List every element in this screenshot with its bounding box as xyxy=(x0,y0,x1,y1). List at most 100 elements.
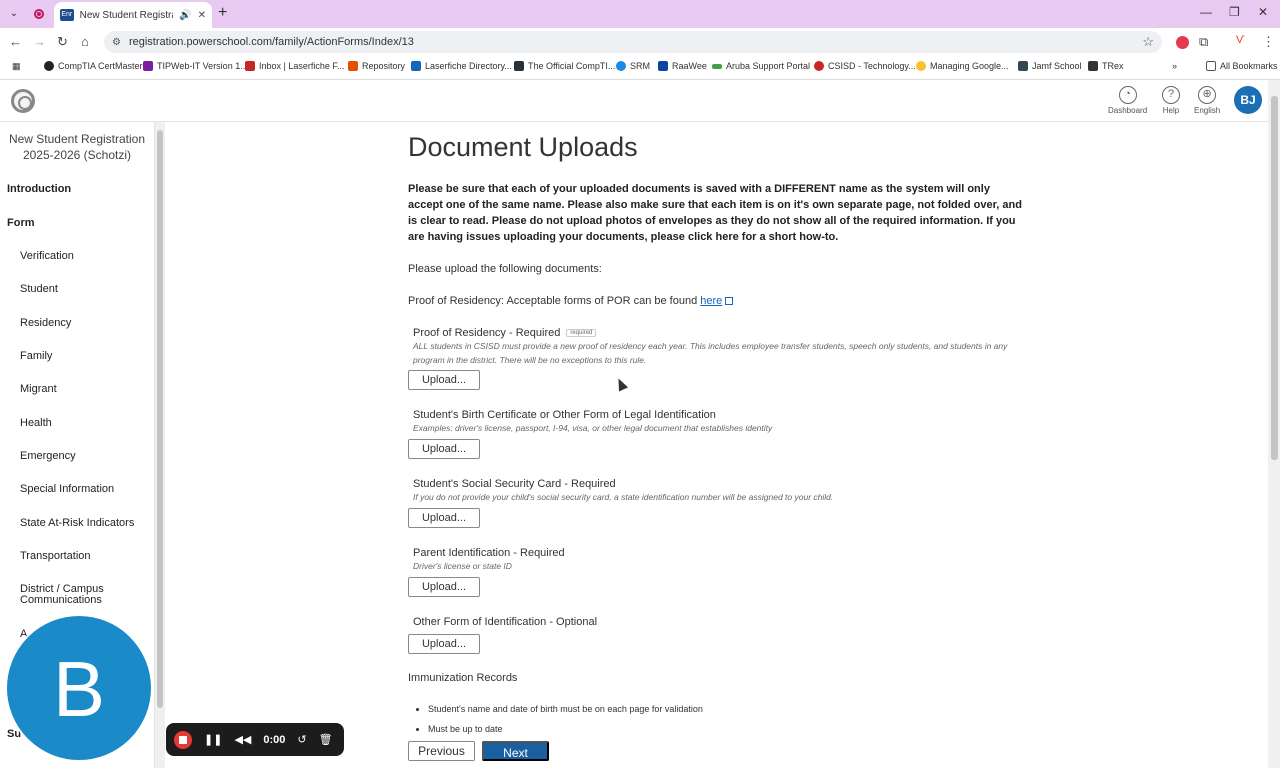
next-button[interactable]: Next xyxy=(482,741,549,761)
por-here-link[interactable]: here xyxy=(700,295,722,307)
folder-icon xyxy=(1206,61,1216,71)
sidebar-scrollbar-thumb[interactable] xyxy=(157,130,163,708)
sidebar-item-family[interactable]: Family xyxy=(20,350,52,362)
sidebar-form-title: New Student Registration 2025-2026 (Scho… xyxy=(8,132,146,162)
bookmark-item[interactable]: Laserfiche Directory... xyxy=(411,61,512,71)
upload-button-other-id[interactable]: Upload... xyxy=(408,634,480,654)
doc-note-proof-of-residency: ALL students in CSISD must provide a new… xyxy=(413,341,1008,365)
tab-search-chevron-icon[interactable]: ⌄ xyxy=(6,6,22,22)
delete-trash-icon[interactable]: 🗑 xyxy=(319,733,333,746)
profile-extension-icon[interactable]: Ѵ xyxy=(1236,34,1245,46)
bookmark-item[interactable]: Jamf School xyxy=(1018,61,1082,71)
stop-recording-icon[interactable] xyxy=(174,730,192,749)
restart-icon[interactable]: ↺ xyxy=(297,733,306,746)
previous-button[interactable]: Previous xyxy=(408,741,475,761)
sidebar-item-introduction[interactable]: Introduction xyxy=(7,183,71,195)
apps-grid-icon[interactable]: ▦ xyxy=(12,61,21,72)
bookmark-item[interactable]: SRM xyxy=(616,61,650,71)
sidebar-item-student[interactable]: Student xyxy=(20,283,58,295)
sidebar-item-form[interactable]: Form xyxy=(7,217,35,229)
bookmark-item[interactable]: Managing Google... xyxy=(916,61,1009,71)
globe-icon: ⊕ xyxy=(1198,86,1217,104)
doc-label-social-security: Student's Social Security Card - Require… xyxy=(413,478,616,490)
close-tab-icon[interactable]: ✕ xyxy=(198,10,206,21)
tab-title: New Student Registration 2025-2026 (Scho… xyxy=(79,9,174,21)
doc-label-birth-certificate: Student's Birth Certificate or Other For… xyxy=(413,409,716,421)
user-avatar[interactable]: BJ xyxy=(1234,86,1262,114)
bookmark-favicon-icon xyxy=(616,61,626,71)
dashboard-link[interactable]: ◔ Dashboard xyxy=(1108,86,1147,115)
bookmark-favicon-icon xyxy=(814,61,824,71)
bookmark-item[interactable]: The Official CompTI... xyxy=(514,61,615,71)
recording-indicator-icon xyxy=(34,9,44,19)
bookmark-favicon-icon xyxy=(1018,61,1028,71)
upload-prompt: Please upload the following documents: xyxy=(408,263,602,275)
bookmark-item[interactable]: TIPWeb-IT Version 1... xyxy=(143,61,248,71)
language-selector[interactable]: ⊕ English xyxy=(1194,86,1220,115)
external-link-icon xyxy=(725,297,734,306)
district-logo[interactable] xyxy=(11,89,35,113)
new-tab-plus-icon[interactable]: + xyxy=(218,4,227,22)
browser-menu-icon[interactable]: ⋮ xyxy=(1262,34,1275,50)
sidebar-item-communications[interactable]: District / Campus Communications xyxy=(20,584,140,606)
bookmark-favicon-icon xyxy=(712,63,722,69)
minimize-icon[interactable]: — xyxy=(1200,5,1212,19)
help-question-icon: ? xyxy=(1162,86,1180,104)
sidebar-item-special-information[interactable]: Special Information xyxy=(20,483,114,495)
pause-icon[interactable]: ❚❚ xyxy=(204,733,222,746)
sidebar-item-migrant[interactable]: Migrant xyxy=(20,383,57,395)
upload-button-parent-id[interactable]: Upload... xyxy=(408,577,480,597)
bookmark-item[interactable]: TRex xyxy=(1088,61,1124,71)
browser-nav-bar: ← → ↻ ⌂ ⚙ registration.powerschool.com/f… xyxy=(0,28,1280,56)
upload-button-proof-of-residency[interactable]: Upload... xyxy=(408,370,480,390)
all-bookmarks-folder[interactable]: All Bookmarks xyxy=(1206,61,1278,71)
bookmark-favicon-icon xyxy=(1088,61,1098,71)
bookmark-item[interactable]: Inbox | Laserfiche F... xyxy=(245,61,344,71)
doc-label-parent-id: Parent Identification - Required xyxy=(413,547,565,559)
site-info-icon[interactable]: ⚙ xyxy=(112,37,121,48)
sidebar-item-emergency[interactable]: Emergency xyxy=(20,450,76,462)
bookmark-favicon-icon xyxy=(348,61,358,71)
maximize-icon[interactable]: ❐ xyxy=(1229,5,1240,19)
bookmark-favicon-icon xyxy=(245,61,255,71)
bookmark-item[interactable]: RaaWee xyxy=(658,61,707,71)
doc-label-proof-of-residency: Proof of Residency - Required required xyxy=(413,327,597,339)
sidebar-item-state-at-risk[interactable]: State At-Risk Indicators xyxy=(20,517,134,529)
bookmark-item[interactable]: CompTIA CertMaster xyxy=(44,61,143,71)
list-item: Student's name and date of birth must be… xyxy=(428,704,703,714)
sidebar-item-transportation[interactable]: Transportation xyxy=(20,550,91,562)
bookmark-favicon-icon xyxy=(44,61,54,71)
home-icon[interactable]: ⌂ xyxy=(81,34,89,49)
back-arrow-icon[interactable]: ← xyxy=(9,34,22,49)
browser-tab-active[interactable]: Enr New Student Registration 2025-2026 (… xyxy=(54,2,212,28)
close-window-icon[interactable]: ✕ xyxy=(1258,5,1268,19)
upload-button-social-security[interactable]: Upload... xyxy=(408,508,480,528)
bookmark-star-icon[interactable]: ☆ xyxy=(1142,34,1154,50)
sidebar-item-residency[interactable]: Residency xyxy=(20,317,71,329)
audio-speaker-icon[interactable]: 🔊 xyxy=(179,10,191,21)
address-bar[interactable]: ⚙ registration.powerschool.com/family/Ac… xyxy=(104,31,1162,53)
bookmark-item[interactable]: Repository xyxy=(348,61,405,71)
upload-button-birth-certificate[interactable]: Upload... xyxy=(408,439,480,459)
immunization-list: Student's name and date of birth must be… xyxy=(428,704,703,744)
bookmark-favicon-icon xyxy=(143,61,153,71)
page-scrollbar-thumb[interactable] xyxy=(1271,96,1278,460)
rewind-icon[interactable]: ◀◀ xyxy=(234,733,251,746)
webcam-bubble-avatar[interactable]: B xyxy=(5,614,153,762)
forward-arrow-icon[interactable]: → xyxy=(33,34,46,49)
doc-note-parent-id: Driver's license or state ID xyxy=(413,561,512,571)
sidebar-item-health[interactable]: Health xyxy=(20,417,52,429)
bookmark-item[interactable]: CSISD - Technology... xyxy=(814,61,916,71)
help-link[interactable]: ? Help xyxy=(1162,86,1180,115)
app-header: ◔ Dashboard ? Help ⊕ English BJ xyxy=(0,80,1268,122)
bookmark-item[interactable]: Aruba Support Portal xyxy=(712,61,810,71)
browser-tab-bar: ⌄ Enr New Student Registration 2025-2026… xyxy=(0,0,1280,28)
sidebar-item-verification[interactable]: Verification xyxy=(20,250,74,262)
bookmarks-bar: ▦ CompTIA CertMaster TIPWeb-IT Version 1… xyxy=(0,56,1280,80)
bookmark-favicon-icon xyxy=(411,61,421,71)
more-bookmarks-chevron-icon[interactable]: » xyxy=(1172,61,1177,71)
main-content: Document Uploads Please be sure that eac… xyxy=(165,122,1268,768)
reload-icon[interactable]: ↻ xyxy=(57,34,68,50)
extension-icon[interactable] xyxy=(1176,36,1189,49)
extensions-puzzle-icon[interactable]: ⧉ xyxy=(1199,34,1208,50)
